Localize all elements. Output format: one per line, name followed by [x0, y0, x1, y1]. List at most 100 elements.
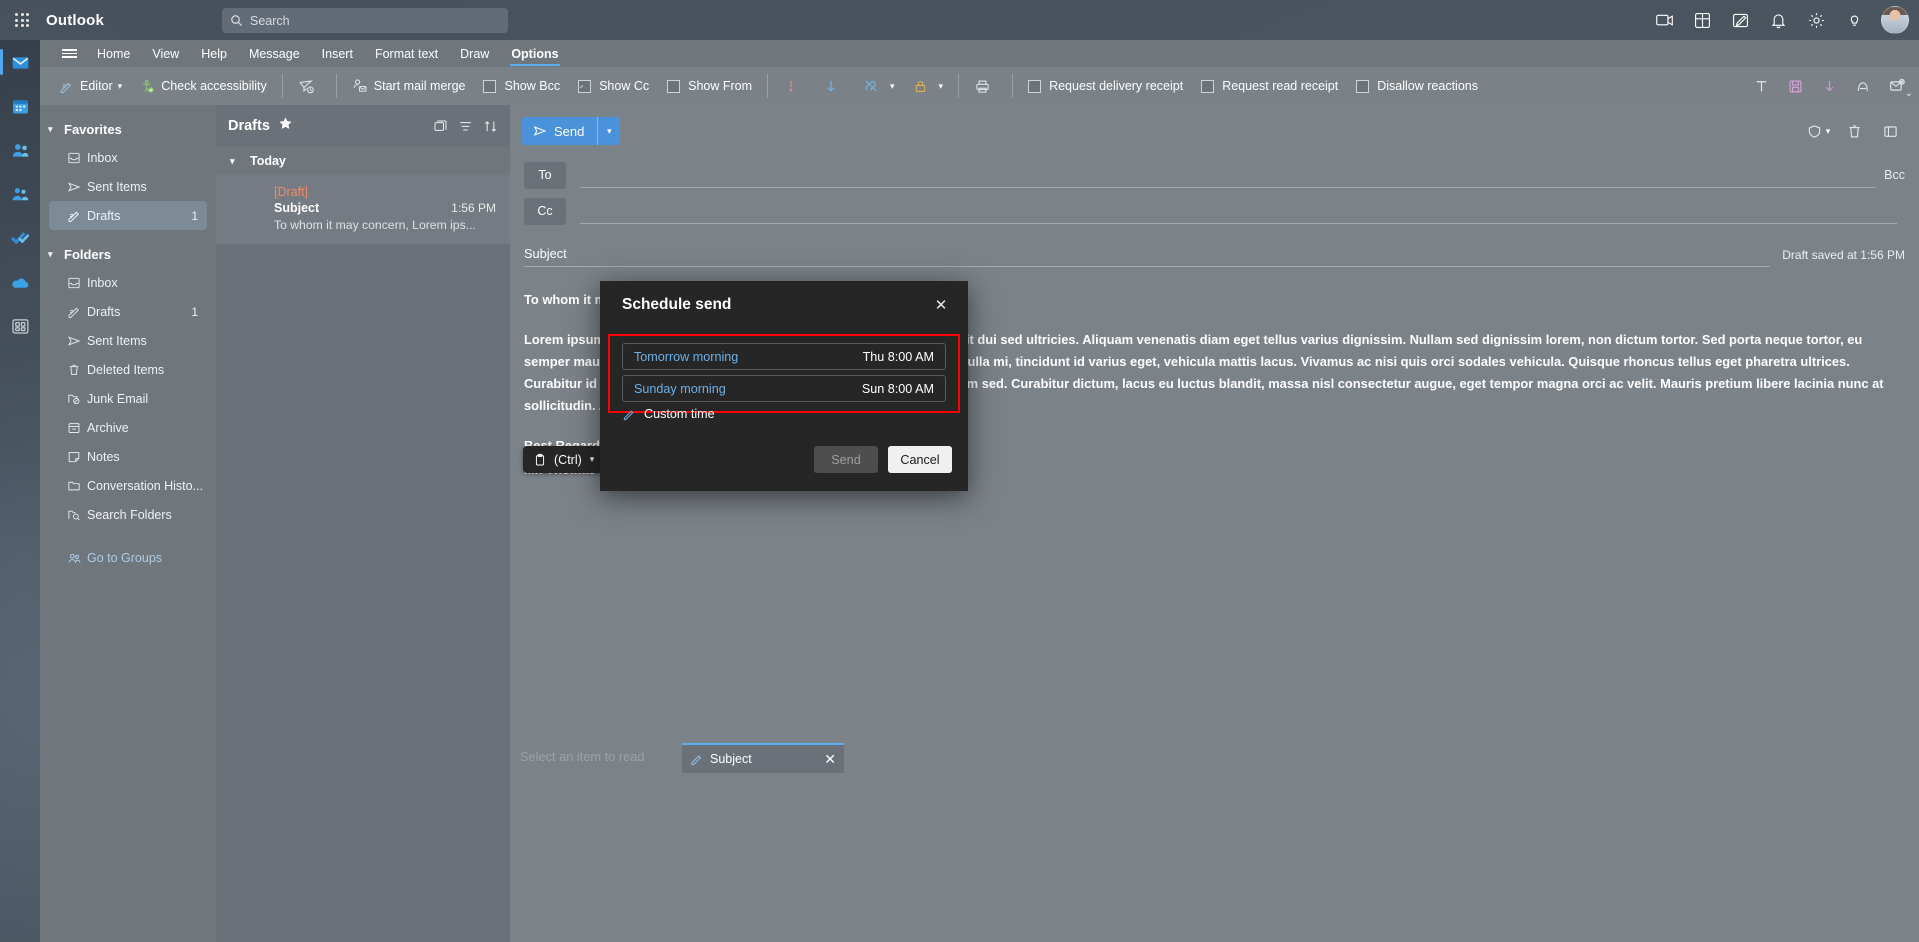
note-pencil-icon[interactable]	[1723, 3, 1757, 37]
to-button[interactable]: To	[524, 161, 566, 189]
start-mail-merge-button[interactable]: Start mail merge	[343, 73, 475, 99]
chevron-down-icon[interactable]: ▾	[590, 454, 595, 465]
dialog-send-button[interactable]: Send	[814, 446, 878, 473]
task-tab-label: Subject	[710, 752, 752, 766]
ribbon-collapse-icon[interactable]: ⌄	[1905, 88, 1913, 99]
favorite-star-icon[interactable]	[278, 116, 293, 136]
tab-view[interactable]: View	[141, 40, 190, 67]
gear-icon[interactable]	[1799, 3, 1833, 37]
avatar[interactable]	[1881, 6, 1909, 34]
schedule-option-tomorrow-morning[interactable]: Tomorrow morning Thu 8:00 AM	[622, 343, 946, 370]
schedule-option-sunday-morning[interactable]: Sunday morning Sun 8:00 AM	[622, 375, 946, 402]
filter-icon[interactable]	[458, 119, 473, 134]
sensitivity-icon[interactable]: ▾	[854, 73, 904, 99]
ink-shape-icon[interactable]	[1847, 71, 1879, 101]
disallow-reactions-checkbox[interactable]: Disallow reactions	[1347, 73, 1487, 99]
send-button[interactable]: Send	[522, 117, 598, 145]
request-delivery-receipt-checkbox[interactable]: Request delivery receipt	[1019, 73, 1192, 99]
rail-item-mail[interactable]	[0, 40, 40, 84]
lightbulb-icon[interactable]	[1837, 3, 1871, 37]
tab-options[interactable]: Options	[500, 40, 569, 67]
chevron-down-icon: ▾	[48, 123, 53, 134]
ribbon-divider	[958, 74, 960, 98]
favorites-group-header[interactable]: ▾ Favorites	[40, 115, 216, 143]
list-header-actions	[433, 119, 498, 134]
dialog-cancel-button[interactable]: Cancel	[888, 446, 952, 473]
discard-draft-icon[interactable]	[1839, 117, 1869, 145]
task-tab-subject[interactable]: Subject ✕	[682, 743, 844, 773]
close-icon[interactable]: ✕	[824, 751, 836, 768]
apps-grid-icon[interactable]	[1685, 3, 1719, 37]
app-launcher-icon[interactable]	[0, 13, 44, 27]
sort-icon[interactable]	[483, 119, 498, 134]
clipboard-paste-options-button[interactable]: (Ctrl) ▾	[523, 446, 605, 473]
bcc-toggle[interactable]: Bcc	[1884, 168, 1905, 182]
tab-message[interactable]: Message	[238, 40, 311, 67]
delayed-delivery-icon[interactable]	[289, 73, 330, 99]
folders-group-header[interactable]: ▾ Folders	[40, 240, 216, 268]
compose-actions: ▾	[1803, 117, 1919, 145]
chevron-down-icon[interactable]: ▾	[1826, 126, 1831, 137]
bell-icon[interactable]	[1761, 3, 1795, 37]
chevron-down-icon[interactable]: ▾	[890, 81, 895, 92]
sidebar-item-archive[interactable]: Archive	[49, 413, 207, 442]
rail-item-todo[interactable]	[0, 216, 40, 260]
tab-draw[interactable]: Draw	[449, 40, 500, 67]
tab-format-text[interactable]: Format text	[364, 40, 449, 67]
sidebar-item-junk[interactable]: Junk Email	[49, 384, 207, 413]
request-read-receipt-checkbox[interactable]: Request read receipt	[1192, 73, 1347, 99]
rail-item-onedrive[interactable]	[0, 260, 40, 304]
to-input[interactable]	[580, 162, 1877, 188]
sidebar-item-notes[interactable]: Notes	[49, 442, 207, 471]
message-group-today[interactable]: ▾ Today	[216, 147, 510, 175]
rail-item-people[interactable]	[0, 128, 40, 172]
sidebar-item-favorites-inbox[interactable]: Inbox	[49, 143, 207, 172]
sidebar-item-deleted[interactable]: Deleted Items	[49, 355, 207, 384]
tab-help[interactable]: Help	[190, 40, 238, 67]
cc-button[interactable]: Cc	[524, 197, 566, 225]
high-importance-icon[interactable]	[774, 73, 814, 99]
ribbon-tab-strip: Home View Help Message Insert Format tex…	[40, 40, 1919, 67]
sidebar-item-inbox[interactable]: Inbox	[49, 268, 207, 297]
search-input[interactable]: Search	[222, 8, 508, 33]
download-icon[interactable]	[1813, 71, 1845, 101]
low-importance-icon[interactable]	[814, 73, 854, 99]
editor-button[interactable]: Editor ▾	[50, 73, 131, 99]
custom-time-option[interactable]: Custom time	[622, 407, 946, 421]
chevron-down-icon[interactable]: ▾	[939, 81, 944, 92]
label-message-icon[interactable]: ▾	[1803, 117, 1833, 145]
rail-item-groups[interactable]	[0, 172, 40, 216]
sidebar-item-conversation-history[interactable]: Conversation Histo...	[49, 471, 207, 500]
popout-icon[interactable]	[1875, 117, 1905, 145]
sidebar-item-drafts[interactable]: Drafts 1	[49, 297, 207, 326]
go-to-groups-link[interactable]: Go to Groups	[49, 543, 207, 573]
show-cc-checkbox[interactable]: Show Cc	[569, 73, 658, 99]
sidebar-item-favorites-drafts[interactable]: Drafts 1	[49, 201, 207, 230]
tab-insert[interactable]: Insert	[311, 40, 364, 67]
text-format-icon[interactable]	[1745, 71, 1777, 101]
sidebar-label: Drafts	[87, 304, 121, 319]
cc-input[interactable]	[580, 198, 1897, 224]
show-bcc-checkbox[interactable]: Show Bcc	[474, 73, 569, 99]
sidebar-item-search-folders[interactable]: Search Folders	[49, 500, 207, 529]
hamburger-menu-icon[interactable]	[52, 41, 86, 67]
folder-pane: ▾ Favorites Inbox Sent Items Drafts 1 ▾ …	[40, 105, 216, 942]
chevron-down-icon[interactable]: ▾	[118, 81, 123, 92]
rail-item-apps[interactable]	[0, 304, 40, 348]
show-from-checkbox[interactable]: Show From	[658, 73, 761, 99]
rail-item-calendar[interactable]	[0, 84, 40, 128]
conversation-view-icon[interactable]	[433, 119, 448, 134]
list-item[interactable]: [Draft] Subject 1:56 PM To whom it may c…	[216, 175, 510, 244]
print-icon[interactable]	[965, 73, 1006, 99]
save-icon[interactable]	[1779, 71, 1811, 101]
sidebar-item-favorites-sent[interactable]: Sent Items	[49, 172, 207, 201]
encrypt-icon[interactable]: ▾	[904, 73, 953, 99]
send-options-chevron-icon[interactable]: ▾	[597, 117, 621, 145]
meeting-icon[interactable]	[1647, 3, 1681, 37]
close-icon[interactable]: ✕	[928, 292, 954, 318]
sidebar-label: Junk Email	[87, 391, 149, 406]
tab-home[interactable]: Home	[86, 40, 141, 67]
sidebar-item-sent[interactable]: Sent Items	[49, 326, 207, 355]
subject-input[interactable]: Subject	[524, 246, 1771, 267]
check-accessibility-button[interactable]: Check accessibility	[131, 73, 276, 99]
